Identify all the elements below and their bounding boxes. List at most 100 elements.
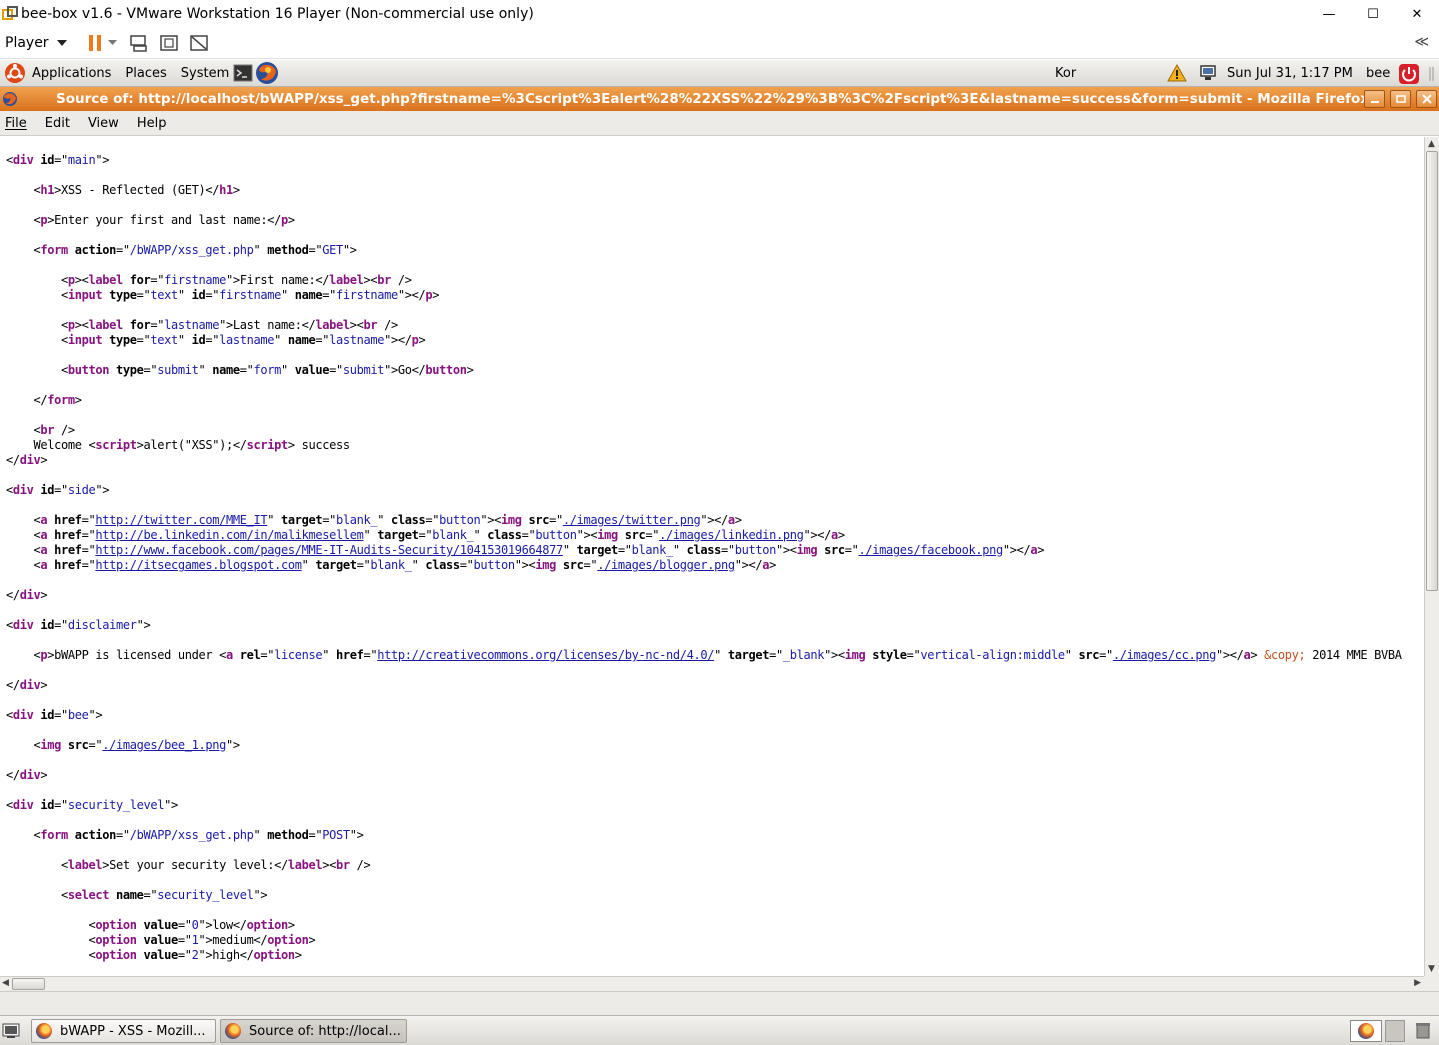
clock[interactable]: Sun Jul 31, 1:17 PM: [1227, 66, 1353, 81]
source-line: <div id="main">: [6, 153, 110, 167]
scroll-down-icon[interactable]: ▼: [1428, 964, 1435, 974]
linkedin-href-link[interactable]: http://be.linkedin.com/in/malikmesellem: [95, 528, 363, 542]
firefox-close-button[interactable]: [1416, 90, 1437, 108]
firefox-statusbar: [0, 991, 1439, 1015]
task-bwapp-xss[interactable]: bWAPP - XSS - Mozill...: [31, 1019, 216, 1043]
twitter-href-link[interactable]: http://twitter.com/MME_IT: [95, 513, 267, 527]
blogger-href-link[interactable]: http://itsecgames.blogspot.com: [95, 558, 302, 572]
keyboard-indicator[interactable]: Kor: [1055, 66, 1076, 81]
source-line: </div>: [6, 768, 48, 782]
workspace-2[interactable]: [1385, 1020, 1405, 1042]
fullscreen-icon[interactable]: [159, 33, 179, 53]
source-line: <div id="security_level">: [6, 798, 178, 812]
task-label: bWAPP - XSS - Mozill...: [60, 1023, 206, 1039]
scrollbar-corner: [1424, 976, 1439, 991]
pause-dropdown-icon[interactable]: [107, 33, 119, 53]
scroll-right-icon[interactable]: ▶: [1414, 978, 1421, 988]
firefox-titlebar: Source of: http://localhost/bWAPP/xss_ge…: [0, 87, 1439, 111]
source-line: <button type="submit" name="form" value=…: [6, 363, 474, 377]
unity-mode-icon[interactable]: [189, 33, 209, 53]
gnome-top-panel: Applications Places System Kor Sun Jul 3…: [0, 60, 1439, 87]
source-line: <option value="0">low</option>: [6, 918, 295, 932]
source-line: <form action="/bWAPP/xss_get.php" method…: [6, 243, 357, 257]
firefox-maximize-button[interactable]: [1390, 90, 1411, 108]
source-line: <select name="security_level">: [6, 888, 268, 902]
close-button[interactable]: ✕: [1395, 0, 1439, 28]
source-line: </div>: [6, 678, 48, 692]
blogger-img-link[interactable]: ./images/blogger.png: [597, 558, 735, 572]
places-menu[interactable]: Places: [125, 66, 166, 81]
vertical-scroll-thumb[interactable]: [1426, 151, 1438, 591]
source-line: <form action="/bWAPP/xss_get.php" method…: [6, 828, 364, 842]
trash-icon[interactable]: [1414, 1021, 1432, 1039]
source-line: <option value="1">medium</option>: [6, 933, 316, 947]
source-line: </form>: [6, 393, 82, 407]
player-menu-label: Player: [5, 35, 49, 51]
network-icon[interactable]: [1198, 64, 1218, 82]
collapse-toolbar-icon[interactable]: ≪: [1414, 34, 1429, 50]
facebook-href-link[interactable]: http://www.facebook.com/pages/MME-IT-Aud…: [95, 543, 563, 557]
source-line: <input type="text" id="lastname" name="l…: [6, 333, 426, 347]
source-code: <div id="main"> <h1>XSS - Reflected (GET…: [6, 153, 1402, 963]
source-line: <p><label for="firstname">First name:</l…: [6, 273, 412, 287]
source-line: <div id="disclaimer">: [6, 618, 151, 632]
source-view[interactable]: <div id="main"> <h1>XSS - Reflected (GET…: [0, 137, 1424, 976]
firefox-launcher-icon[interactable]: [255, 61, 279, 85]
horizontal-scroll-thumb[interactable]: [12, 978, 45, 990]
system-menu[interactable]: System: [181, 66, 229, 81]
workspace-switcher[interactable]: [1350, 1020, 1382, 1042]
source-line: <p>Enter your first and last name:</p>: [6, 213, 295, 227]
dropdown-arrow-icon: [56, 35, 67, 51]
terminal-launcher-icon[interactable]: [233, 64, 253, 82]
source-line: <div id="side">: [6, 483, 110, 497]
source-line: <a href="http://www.facebook.com/pages/M…: [6, 543, 1045, 557]
task-label: Source of: http://local...: [249, 1023, 401, 1039]
scroll-up-icon[interactable]: ▲: [1428, 139, 1435, 149]
source-line: <p>bWAPP is licensed under <a rel="licen…: [6, 648, 1402, 662]
source-line: <label>Set your security level:</label><…: [6, 858, 371, 872]
source-line: <input type="text" id="firstname" name="…: [6, 288, 440, 302]
firefox-icon: [1358, 1023, 1374, 1039]
applications-menu[interactable]: Applications: [32, 66, 111, 81]
user-name[interactable]: bee: [1366, 66, 1390, 81]
show-desktop-icon[interactable]: [2, 1023, 20, 1039]
menu-help[interactable]: Help: [137, 116, 167, 131]
task-view-source[interactable]: Source of: http://local...: [220, 1019, 407, 1043]
source-line: </div>: [6, 453, 48, 467]
twitter-img-link[interactable]: ./images/twitter.png: [563, 513, 701, 527]
source-line: </div>: [6, 588, 48, 602]
vmware-titlebar: bee-box v1.6 - VMware Workstation 16 Pla…: [0, 0, 1439, 28]
maximize-button[interactable]: ☐: [1351, 0, 1395, 28]
source-line: <br />: [6, 423, 75, 437]
vmware-window-title: bee-box v1.6 - VMware Workstation 16 Pla…: [21, 6, 534, 22]
firefox-minimize-button[interactable]: [1364, 90, 1385, 108]
horizontal-scrollbar[interactable]: ◀ ▶: [0, 976, 1424, 991]
menu-view[interactable]: View: [88, 116, 119, 131]
source-line: <p><label for="lastname">Last name:</lab…: [6, 318, 398, 332]
ubuntu-logo-icon: [4, 62, 26, 84]
linkedin-img-link[interactable]: ./images/linkedin.png: [659, 528, 804, 542]
source-line: <img src="./images/bee_1.png">: [6, 738, 240, 752]
source-line: <option value="2">high</option>: [6, 948, 302, 962]
cc-img-link[interactable]: ./images/cc.png: [1113, 648, 1216, 662]
warning-icon[interactable]: [1167, 64, 1187, 82]
license-href-link[interactable]: http://creativecommons.org/licenses/by-n…: [377, 648, 714, 662]
firefox-window-icon: [2, 91, 18, 107]
source-line: <a href="http://itsecgames.blogspot.com"…: [6, 558, 776, 572]
facebook-img-link[interactable]: ./images/facebook.png: [858, 543, 1003, 557]
bottom-taskbar: bWAPP - XSS - Mozill... Source of: http:…: [0, 1015, 1439, 1045]
minimize-button[interactable]: —: [1307, 0, 1351, 28]
menu-file[interactable]: File: [5, 116, 27, 131]
bee-img-link[interactable]: ./images/bee_1.png: [102, 738, 226, 752]
send-ctrl-alt-del-icon[interactable]: [129, 33, 149, 53]
shutdown-icon[interactable]: [1398, 63, 1420, 85]
firefox-icon: [225, 1023, 241, 1039]
scroll-left-icon[interactable]: ◀: [2, 978, 9, 988]
firefox-icon: [36, 1023, 52, 1039]
vertical-scrollbar[interactable]: ▲ ▼: [1424, 137, 1439, 976]
pause-icon[interactable]: [85, 33, 105, 53]
player-menu[interactable]: Player: [5, 35, 67, 51]
source-line: <h1>XSS - Reflected (GET)</h1>: [6, 183, 240, 197]
firefox-window-title: Source of: http://localhost/bWAPP/xss_ge…: [56, 91, 1369, 107]
menu-edit[interactable]: Edit: [45, 116, 70, 131]
